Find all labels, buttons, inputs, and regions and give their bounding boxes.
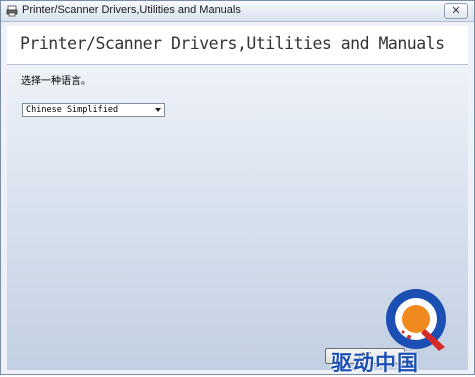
watermark-text: 驱动中国	[331, 351, 419, 375]
printer-icon	[6, 5, 18, 17]
installer-window: Printer/Scanner Drivers,Utilities and Ma…	[0, 0, 475, 375]
header-banner: Printer/Scanner Drivers,Utilities and Ma…	[7, 26, 468, 65]
window-title: Printer/Scanner Drivers,Utilities and Ma…	[22, 4, 241, 16]
close-icon: ✕	[451, 4, 461, 17]
language-select[interactable]: Chinese Simplified	[22, 103, 165, 117]
watermark-logo-icon	[386, 289, 446, 351]
chevron-down-icon	[155, 108, 161, 112]
title-bar[interactable]: Printer/Scanner Drivers,Utilities and Ma…	[1, 1, 474, 22]
page-title: Printer/Scanner Drivers,Utilities and Ma…	[20, 34, 445, 53]
close-button[interactable]: ✕	[444, 3, 468, 19]
language-prompt: 选择一种语言。	[21, 76, 91, 87]
language-select-value: Chinese Simplified	[26, 105, 119, 115]
